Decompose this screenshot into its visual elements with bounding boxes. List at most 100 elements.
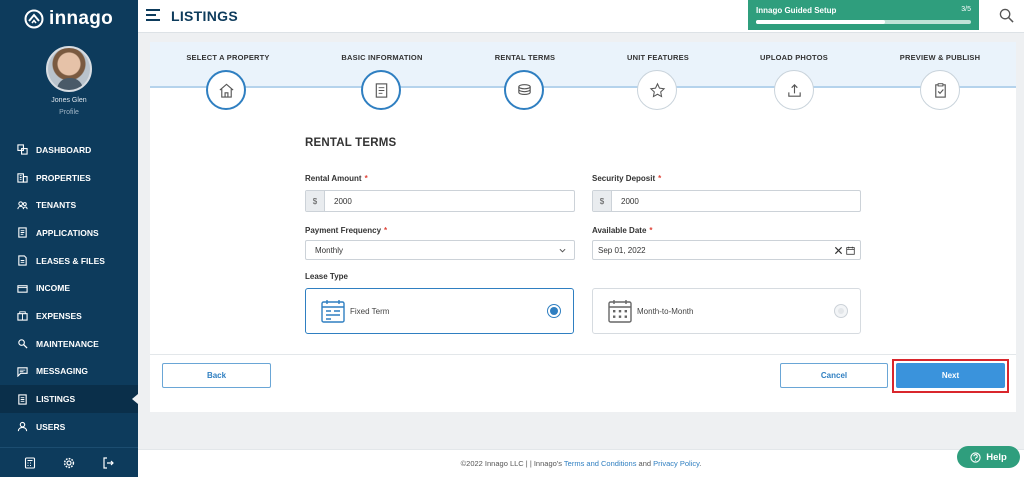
step-rental-terms[interactable]: RENTAL TERMS xyxy=(450,42,600,62)
innago-logo-icon xyxy=(24,9,44,29)
search-icon[interactable] xyxy=(999,8,1014,23)
rental-amount-field[interactable]: $ 2000 xyxy=(305,190,575,212)
file-icon xyxy=(18,255,27,266)
guided-setup-banner[interactable]: Innago Guided Setup 3/5 xyxy=(748,0,979,30)
sidebar: innago Jones Glen Profile DASHBOARD PROP… xyxy=(0,0,138,477)
calendar-icon xyxy=(321,300,345,323)
step-label: PREVIEW & PUBLISH xyxy=(899,53,981,62)
rental-amount-label-text: Rental Amount xyxy=(305,174,362,183)
step-basic-information[interactable]: BASIC INFORMATION xyxy=(307,42,457,62)
profile-link[interactable]: Profile xyxy=(0,109,138,116)
section-title: RENTAL TERMS xyxy=(305,137,397,149)
sidebar-item-label: MESSAGING xyxy=(36,366,88,377)
logout-button[interactable] xyxy=(102,456,115,469)
lease-option-label: Month-to-Month xyxy=(637,306,694,316)
security-deposit-field[interactable]: $ 2000 xyxy=(592,190,861,212)
chat-icon xyxy=(17,367,28,377)
dashboard-icon xyxy=(17,144,28,155)
building-icon xyxy=(17,173,28,183)
footer-period: . xyxy=(699,459,702,468)
step-upload-photos-circle[interactable] xyxy=(774,70,814,110)
user-name: Jones Glen xyxy=(51,97,87,104)
lease-type-month-to-month-option[interactable]: Month-to-Month xyxy=(592,288,861,334)
calendar-icon[interactable] xyxy=(846,246,855,255)
footer-copyright: ©2022 Innago LLC | | Innago's xyxy=(460,459,564,468)
available-date-value: Sep 01, 2022 xyxy=(598,245,646,255)
wallet-icon xyxy=(17,284,28,293)
lease-option-label: Fixed Term xyxy=(350,306,390,316)
step-preview-publish-circle[interactable] xyxy=(920,70,960,110)
sidebar-item-properties[interactable]: PROPERTIES xyxy=(0,164,138,192)
help-icon xyxy=(970,451,981,463)
settings-button[interactable] xyxy=(63,457,75,469)
sidebar-item-label: DASHBOARD xyxy=(36,144,92,155)
sidebar-item-messaging[interactable]: MESSAGING xyxy=(0,358,138,386)
security-deposit-label-text: Security Deposit xyxy=(592,174,656,183)
step-rental-terms-circle[interactable] xyxy=(504,70,544,110)
step-unit-features[interactable]: UNIT FEATURES xyxy=(583,42,733,62)
available-date-field[interactable]: Sep 01, 2022 xyxy=(592,240,861,260)
sidebar-item-listings[interactable]: LISTINGS xyxy=(0,385,138,413)
sidebar-bottom-bar xyxy=(0,447,138,477)
radio-unselected[interactable] xyxy=(834,304,848,318)
sidebar-item-expenses[interactable]: EXPENSES xyxy=(0,302,138,330)
guided-setup-progress xyxy=(756,20,971,24)
menu-toggle-icon[interactable] xyxy=(146,9,160,21)
footer-and: and xyxy=(636,459,654,468)
required-mark: * xyxy=(384,226,388,235)
calendar-grid-icon xyxy=(608,300,632,323)
sidebar-item-label: TENANTS xyxy=(36,200,77,211)
help-button[interactable]: Help xyxy=(957,446,1020,468)
upload-icon xyxy=(787,83,801,97)
step-select-property-circle[interactable] xyxy=(206,70,246,110)
radio-selected[interactable] xyxy=(547,304,561,318)
step-unit-features-circle[interactable] xyxy=(637,70,677,110)
step-basic-information-circle[interactable] xyxy=(361,70,401,110)
sidebar-item-label: APPLICATIONS xyxy=(36,227,99,238)
guided-setup-count: 3/5 xyxy=(961,6,971,13)
step-label: BASIC INFORMATION xyxy=(341,53,423,62)
cancel-button[interactable]: Cancel xyxy=(780,363,888,388)
step-preview-publish[interactable]: PREVIEW & PUBLISH xyxy=(865,42,1015,62)
top-header: LISTINGS Innago Guided Setup 3/5 xyxy=(138,0,1024,33)
document-icon xyxy=(18,227,27,239)
privacy-link[interactable]: Privacy Policy xyxy=(653,459,699,468)
available-date-label-text: Available Date xyxy=(592,226,647,235)
star-icon xyxy=(649,82,665,98)
terms-link[interactable]: Terms and Conditions xyxy=(564,459,637,468)
required-mark: * xyxy=(364,174,368,183)
required-mark: * xyxy=(658,174,662,183)
clear-icon[interactable] xyxy=(834,246,843,255)
sidebar-item-label: LEASES & FILES xyxy=(36,255,105,266)
help-label: Help xyxy=(986,451,1007,463)
payment-frequency-value: Monthly xyxy=(315,245,344,255)
sidebar-item-users[interactable]: USERS xyxy=(0,413,138,441)
step-label: UPLOAD PHOTOS xyxy=(760,53,828,62)
guided-setup-progress-fill xyxy=(756,20,885,24)
currency-prefix: $ xyxy=(593,191,612,211)
listing-wizard-card: SELECT A PROPERTY BASIC INFORMATION RENT… xyxy=(150,42,1016,412)
avatar[interactable] xyxy=(46,46,92,92)
rental-amount-label: Rental Amount * xyxy=(305,174,368,183)
security-deposit-label: Security Deposit * xyxy=(592,174,661,183)
sidebar-item-maintenance[interactable]: MAINTENANCE xyxy=(0,330,138,358)
user-icon xyxy=(17,422,28,432)
sidebar-item-income[interactable]: INCOME xyxy=(0,274,138,302)
date-field-actions xyxy=(834,246,855,255)
footer: ©2022 Innago LLC | | Innago's Terms and … xyxy=(138,449,1024,477)
step-upload-photos[interactable]: UPLOAD PHOTOS xyxy=(719,42,869,62)
next-button-highlight xyxy=(892,359,1009,393)
clipboard-check-icon xyxy=(934,82,946,98)
sidebar-item-applications[interactable]: APPLICATIONS xyxy=(0,219,138,247)
sidebar-item-tenants[interactable]: TENANTS xyxy=(0,191,138,219)
sidebar-item-leases-files[interactable]: LEASES & FILES xyxy=(0,247,138,275)
rental-amount-value: 2000 xyxy=(334,196,352,206)
box-icon xyxy=(17,311,28,322)
lease-type-fixed-term-option[interactable]: Fixed Term xyxy=(305,288,574,334)
calculator-button[interactable] xyxy=(24,456,36,469)
step-select-property[interactable]: SELECT A PROPERTY xyxy=(153,42,303,62)
back-button[interactable]: Back xyxy=(162,363,271,388)
sidebar-item-dashboard[interactable]: DASHBOARD xyxy=(0,136,138,164)
payment-frequency-select[interactable]: Monthly xyxy=(305,240,575,260)
app-logo[interactable]: innago xyxy=(24,8,113,30)
